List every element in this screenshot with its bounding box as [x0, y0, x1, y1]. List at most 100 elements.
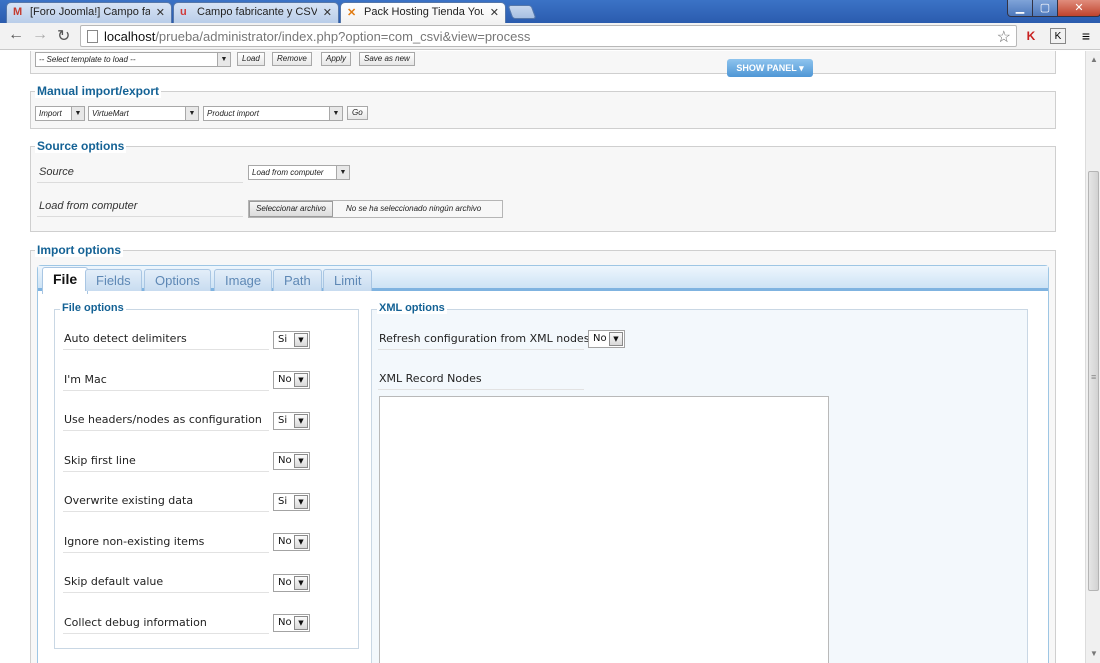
tab-image[interactable]: Image: [214, 269, 273, 291]
collect-debug-information-select[interactable]: No ▼: [273, 614, 310, 632]
chevron-down-icon: ▼: [294, 373, 308, 387]
template-select[interactable]: -- Select template to load -- ▼: [35, 52, 231, 67]
chevron-down-icon: ▼: [217, 53, 230, 66]
file-options-panel: File options Auto detect delimiters Si ▼ …: [54, 302, 359, 649]
extension-kl-icon[interactable]: K: [1050, 28, 1066, 44]
component-select-value: VirtueMart: [92, 109, 129, 118]
apply-button[interactable]: Apply: [321, 52, 352, 66]
site-favicon-icon: u: [180, 6, 187, 18]
xml-options-panel: XML options Refresh configuration from X…: [371, 302, 1028, 663]
tab-path[interactable]: Path: [273, 269, 322, 291]
divider: [63, 349, 269, 350]
xml-record-nodes-textarea[interactable]: [379, 396, 829, 663]
chevron-down-icon: ▼: [294, 616, 308, 630]
url-text: localhost/prueba/administrator/index.php…: [104, 29, 530, 44]
menu-icon[interactable]: ≡: [1078, 28, 1094, 44]
forward-arrow-icon[interactable]: →: [32, 26, 48, 44]
overwrite-existing-data-select[interactable]: Si ▼: [273, 493, 310, 511]
grip-icon: ≡: [1091, 372, 1097, 382]
divider: [63, 552, 269, 553]
remove-button[interactable]: Remove: [272, 52, 312, 66]
refresh-configuration-label: Refresh configuration from XML nodes: [379, 332, 590, 345]
source-select-value: Load from computer: [252, 168, 324, 177]
divider: [63, 471, 269, 472]
tab-options[interactable]: Options: [144, 269, 211, 291]
show-panel-button[interactable]: SHOW PANEL ▾: [727, 59, 813, 77]
component-select[interactable]: VirtueMart ▼: [88, 106, 199, 121]
browser-tab-campo-fabricante[interactable]: u Campo fabricante y CSVI ✕: [173, 2, 339, 23]
source-label: Source: [39, 166, 74, 178]
xml-options-legend: XML options: [377, 302, 447, 314]
gmail-icon: M: [13, 6, 23, 18]
refresh-configuration-select[interactable]: No ▼: [588, 330, 625, 348]
select-value: No: [278, 536, 292, 547]
file-status-text: No se ha seleccionado ningún archivo: [346, 204, 482, 213]
source-options-legend: Source options: [35, 139, 127, 153]
tab-file[interactable]: File: [42, 267, 89, 294]
chevron-down-icon: ▼: [294, 576, 308, 590]
scroll-up-icon[interactable]: ▲: [1090, 55, 1098, 64]
manual-import-export-legend: Manual import/export: [35, 84, 162, 98]
operation-select-value: Product import: [207, 109, 260, 118]
source-select[interactable]: Load from computer ▼: [248, 165, 350, 180]
address-bar[interactable]: localhost/prueba/administrator/index.php…: [80, 25, 1017, 47]
scroll-thumb[interactable]: ≡: [1088, 171, 1099, 591]
tab-limit[interactable]: Limit: [323, 269, 373, 291]
joomla-icon: ✕: [347, 7, 357, 19]
browser-tabstrip: M [Foro Joomla!] Campo fab ✕ u Campo fabri…: [0, 0, 1100, 23]
select-value: No: [593, 333, 607, 344]
chevron-down-icon: ▼: [71, 107, 84, 120]
action-select[interactable]: Import ▼: [35, 106, 85, 121]
choose-file-button[interactable]: Seleccionar archivo: [249, 201, 333, 217]
ignore-non-existing-items-label: Ignore non-existing items: [64, 535, 205, 548]
bookmark-star-icon[interactable]: ☆: [997, 27, 1011, 47]
reload-icon[interactable]: ↻: [57, 26, 70, 46]
divider: [63, 390, 269, 391]
ignore-non-existing-items-select[interactable]: No ▼: [273, 533, 310, 551]
im-mac-label: I'm Mac: [64, 373, 107, 386]
operation-select[interactable]: Product import ▼: [203, 106, 343, 121]
go-button[interactable]: Go: [347, 106, 368, 120]
action-select-value: Import: [39, 109, 62, 118]
chevron-down-icon: ▼: [329, 107, 342, 120]
chevron-down-icon: ▼: [294, 535, 308, 549]
template-fieldset: -- Select template to load -- ▼ Load Rem…: [30, 51, 1056, 74]
auto-detect-delimiters-select[interactable]: Si ▼: [273, 331, 310, 349]
close-window-button[interactable]: ✕: [1057, 0, 1100, 17]
divider: [63, 633, 269, 634]
im-mac-select[interactable]: No ▼: [273, 371, 310, 389]
browser-tab-label: [Foro Joomla!] Campo fab: [30, 6, 150, 18]
divider: [37, 182, 243, 183]
file-options-legend: File options: [60, 302, 126, 314]
divider: [63, 430, 269, 431]
chevron-down-icon: ▼: [294, 414, 308, 428]
chevron-down-icon: ▼: [294, 454, 308, 468]
page-scrollbar[interactable]: ▲ ≡ ▼: [1085, 51, 1100, 663]
select-value: No: [278, 455, 292, 466]
save-as-new-button[interactable]: Save as new: [359, 52, 415, 66]
extension-k-icon[interactable]: K: [1023, 28, 1039, 44]
close-tab-icon[interactable]: ✕: [323, 6, 332, 19]
back-arrow-icon[interactable]: ←: [8, 26, 24, 44]
page-icon: [87, 30, 98, 43]
new-tab-button[interactable]: [507, 5, 537, 19]
browser-toolbar: ← → ↻ localhost/prueba/administrator/ind…: [0, 23, 1100, 50]
xml-record-nodes-label: XML Record Nodes: [379, 372, 482, 385]
skip-first-line-select[interactable]: No ▼: [273, 452, 310, 470]
use-headers-select[interactable]: Si ▼: [273, 412, 310, 430]
skip-default-value-select[interactable]: No ▼: [273, 574, 310, 592]
select-value: No: [278, 617, 292, 628]
browser-tab-foro-joomla[interactable]: M [Foro Joomla!] Campo fab ✕: [6, 2, 172, 23]
browser-tab-pack-hosting[interactable]: ✕ Pack Hosting Tienda Your ✕: [340, 2, 506, 23]
minimize-window-button[interactable]: ▁: [1007, 0, 1033, 17]
scroll-down-icon[interactable]: ▼: [1090, 649, 1098, 658]
chevron-down-icon: ▼: [294, 333, 308, 347]
source-options-fieldset: Source options Source Load from computer…: [30, 139, 1056, 232]
maximize-window-button[interactable]: ▢: [1032, 0, 1058, 17]
divider: [63, 511, 269, 512]
close-tab-icon[interactable]: ✕: [490, 6, 499, 19]
load-button[interactable]: Load: [237, 52, 265, 66]
tab-fields[interactable]: Fields: [85, 269, 142, 291]
close-tab-icon[interactable]: ✕: [156, 6, 165, 19]
browser-tab-label: Campo fabricante y CSVI: [197, 6, 317, 18]
